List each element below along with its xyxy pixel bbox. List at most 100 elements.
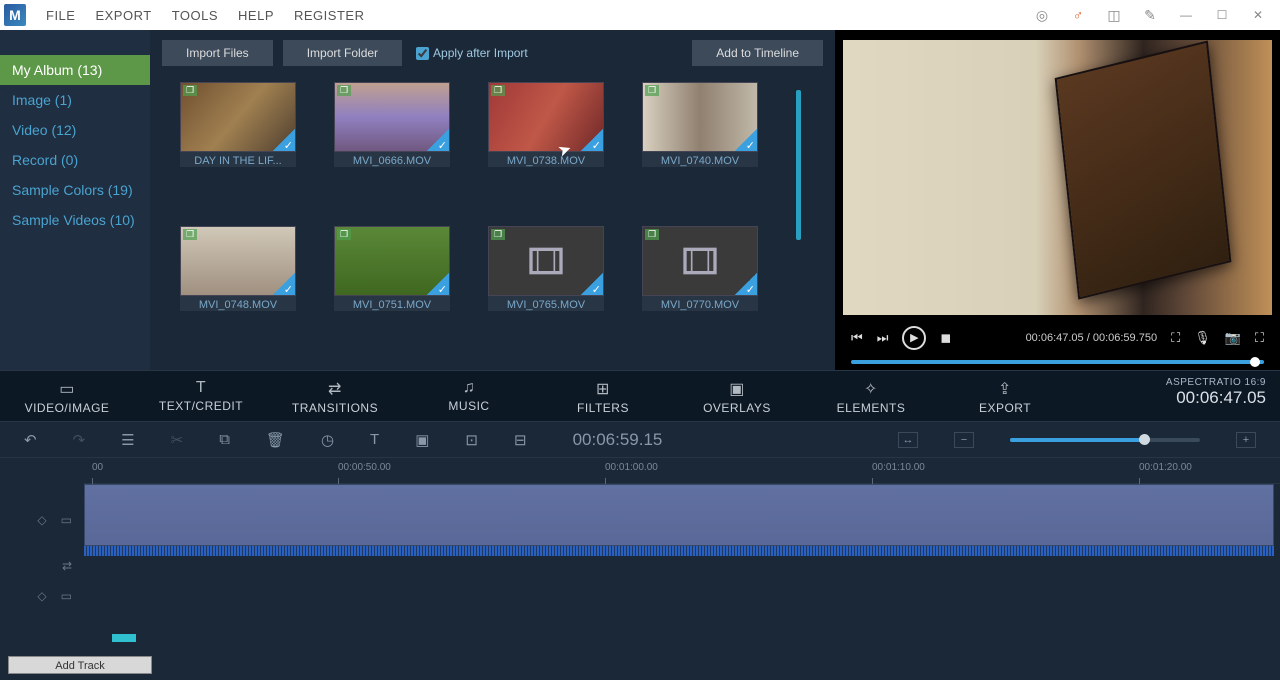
album-sidebar: My Album (13) Image (1) Video (12) Recor… — [0, 30, 150, 370]
clock-icon[interactable]: ◷ — [321, 431, 334, 449]
sidebar-item-myalbum[interactable]: My Album (13) — [0, 55, 150, 85]
tool-tab[interactable]: ✧ELEMENTS — [804, 371, 938, 421]
app-logo: M — [4, 4, 26, 26]
media-thumb[interactable]: ❐MVI_0666.MOV — [334, 82, 450, 170]
preview-panel: ⏮ ⏭ ▶ ◼ 00:06:47.05 / 00:06:59.750 ⛶ 🎙 📷… — [835, 30, 1280, 370]
zoom-in-button[interactable]: + — [1236, 432, 1256, 448]
video-clip[interactable] — [84, 484, 1274, 546]
prev-frame-button[interactable]: ⏮ — [851, 330, 863, 346]
media-thumb[interactable]: ❐MVI_0740.MOV — [642, 82, 758, 170]
menu-export[interactable]: EXPORT — [85, 8, 161, 23]
media-thumb[interactable]: ❐MVI_0751.MOV — [334, 226, 450, 314]
stop-button[interactable]: ◼ — [940, 330, 951, 346]
media-thumb[interactable]: ❐MVI_0770.MOV — [642, 226, 758, 314]
thumb-label: MVI_0751.MOV — [334, 296, 450, 311]
sidebar-item-image[interactable]: Image (1) — [0, 85, 150, 115]
ruler-mark: 00:01:00.00 — [605, 462, 658, 473]
split-icon[interactable]: ⧉ — [219, 431, 230, 448]
track-transition-icon[interactable]: ⇄ — [62, 559, 72, 573]
ruler-mark: 00 — [92, 462, 103, 473]
sidebar-item-colors[interactable]: Sample Colors (19) — [0, 175, 150, 205]
fullscreen-icon[interactable]: ⛶ — [1255, 330, 1264, 346]
crop-icon[interactable]: ▣ — [415, 431, 429, 449]
play-button[interactable]: ▶ — [902, 326, 926, 350]
tool-tab[interactable]: ⇄TRANSITIONS — [268, 371, 402, 421]
title-icon-2[interactable]: ♂ — [1060, 7, 1096, 23]
preview-image — [843, 40, 1272, 315]
zoom-fit-button[interactable]: ↔ — [898, 432, 918, 448]
menu-file[interactable]: FILE — [36, 8, 85, 23]
zoom-slider[interactable] — [1010, 438, 1200, 442]
thumb-label: MVI_0748.MOV — [180, 296, 296, 311]
sidebar-item-video[interactable]: Video (12) — [0, 115, 150, 145]
timeline-ruler[interactable]: 00 00:00:50.00 00:01:00.00 00:01:10.00 00:01… — [84, 458, 1280, 484]
preview-icon-1[interactable]: ⛶ — [1171, 330, 1180, 346]
text-icon[interactable]: T — [370, 431, 379, 448]
media-thumb[interactable]: ❐DAY IN THE LIF... — [180, 82, 296, 170]
redo-button[interactable]: ↷ — [73, 431, 86, 449]
thumb-label: MVI_0740.MOV — [642, 152, 758, 167]
tool-tab[interactable]: ⇪EXPORT — [938, 371, 1072, 421]
edit-time: 00:06:59.15 — [573, 430, 663, 450]
title-icon-3[interactable]: ◫ — [1096, 7, 1132, 24]
track-type-video-icon[interactable]: ▭ — [61, 513, 72, 527]
tool-tab[interactable]: ⊞FILTERS — [536, 371, 670, 421]
track2-visible-icon[interactable]: ◇ — [37, 589, 46, 603]
media-thumb[interactable]: ❐MVI_0738.MOV — [488, 82, 604, 170]
add-track-button[interactable]: Add Track — [8, 656, 152, 674]
timeline-marker[interactable] — [112, 634, 136, 642]
ruler-mark: 00:01:20.00 — [1139, 462, 1192, 473]
thumb-label: MVI_0666.MOV — [334, 152, 450, 167]
menu-help[interactable]: HELP — [228, 8, 284, 23]
tool-tab[interactable]: TTEXT/CREDIT — [134, 371, 268, 421]
window-maximize[interactable]: ☐ — [1204, 8, 1240, 22]
thumb-label: DAY IN THE LIF... — [180, 152, 296, 167]
edit-toolbar: ↶ ↷ ☰ ✂ ⧉ 🗑 ◷ T ▣ ⊡ ⊟ 00:06:59.15 ↔ − + — [0, 422, 1280, 458]
tool-icon-2[interactable]: ⊟ — [514, 431, 527, 449]
thumb-label: MVI_0770.MOV — [642, 296, 758, 311]
tool-tab[interactable]: ▭VIDEO/IMAGE — [0, 371, 134, 421]
media-thumb[interactable]: ❐MVI_0765.MOV — [488, 226, 604, 314]
current-duration: 00:06:47.05 — [1166, 388, 1266, 408]
title-icon-1[interactable]: ◎ — [1024, 7, 1060, 24]
list-icon[interactable]: ☰ — [121, 431, 134, 449]
next-frame-button[interactable]: ⏭ — [877, 330, 889, 346]
thumb-label: MVI_0765.MOV — [488, 296, 604, 311]
media-scrollbar[interactable] — [796, 90, 801, 240]
sidebar-item-sample[interactable]: Sample Videos (10) — [0, 205, 150, 235]
title-bar: M FILE EXPORT TOOLS HELP REGISTER ◎ ♂ ◫ … — [0, 0, 1280, 30]
window-close[interactable]: ✕ — [1240, 8, 1276, 22]
track2-type-icon[interactable]: ▭ — [61, 589, 72, 603]
audio-clip[interactable] — [84, 546, 1274, 556]
media-grid: ❐DAY IN THE LIF... ❐MVI_0666.MOV ❐MVI_0738… — [150, 76, 835, 370]
sidebar-item-record[interactable]: Record (0) — [0, 145, 150, 175]
mic-icon[interactable]: 🎙 — [1194, 330, 1211, 346]
camera-icon[interactable]: 📷 — [1225, 330, 1241, 346]
timeline: 00 00:00:50.00 00:01:00.00 00:01:10.00 00:01… — [0, 458, 1280, 680]
delete-icon[interactable]: 🗑 — [266, 431, 285, 449]
aspect-ratio-label: ASPECTRATIO 16:9 — [1166, 377, 1266, 388]
tool-tab[interactable]: ▣OVERLAYS — [670, 371, 804, 421]
import-folder-button[interactable]: Import Folder — [283, 40, 402, 66]
window-minimize[interactable]: — — [1168, 8, 1204, 22]
ruler-mark: 00:01:10.00 — [872, 462, 925, 473]
ruler-mark: 00:00:50.00 — [338, 462, 391, 473]
tool-tab[interactable]: ♫MUSIC — [402, 371, 536, 421]
thumb-label: MVI_0738.MOV — [488, 152, 604, 167]
title-icon-4[interactable]: ✎ — [1132, 7, 1168, 24]
menu-register[interactable]: REGISTER — [284, 8, 374, 23]
zoom-out-button[interactable]: − — [954, 432, 974, 448]
preview-seek-bar[interactable] — [851, 360, 1264, 364]
cut-icon[interactable]: ✂ — [171, 431, 184, 449]
apply-after-import-check[interactable]: Apply after Import — [416, 46, 528, 60]
menu-tools[interactable]: TOOLS — [162, 8, 228, 23]
media-panel: Import Files Import Folder Apply after I… — [150, 30, 835, 370]
add-to-timeline-button[interactable]: Add to Timeline — [692, 40, 823, 66]
tool-icon-1[interactable]: ⊡ — [465, 431, 478, 449]
track-visible-icon[interactable]: ◇ — [37, 513, 46, 527]
undo-button[interactable]: ↶ — [24, 431, 37, 449]
apply-after-import-checkbox[interactable] — [416, 47, 429, 60]
import-files-button[interactable]: Import Files — [162, 40, 273, 66]
tool-tabs: ▭VIDEO/IMAGETTEXT/CREDIT⇄TRANSITIONS♫MUS… — [0, 370, 1280, 422]
media-thumb[interactable]: ❐MVI_0748.MOV — [180, 226, 296, 314]
